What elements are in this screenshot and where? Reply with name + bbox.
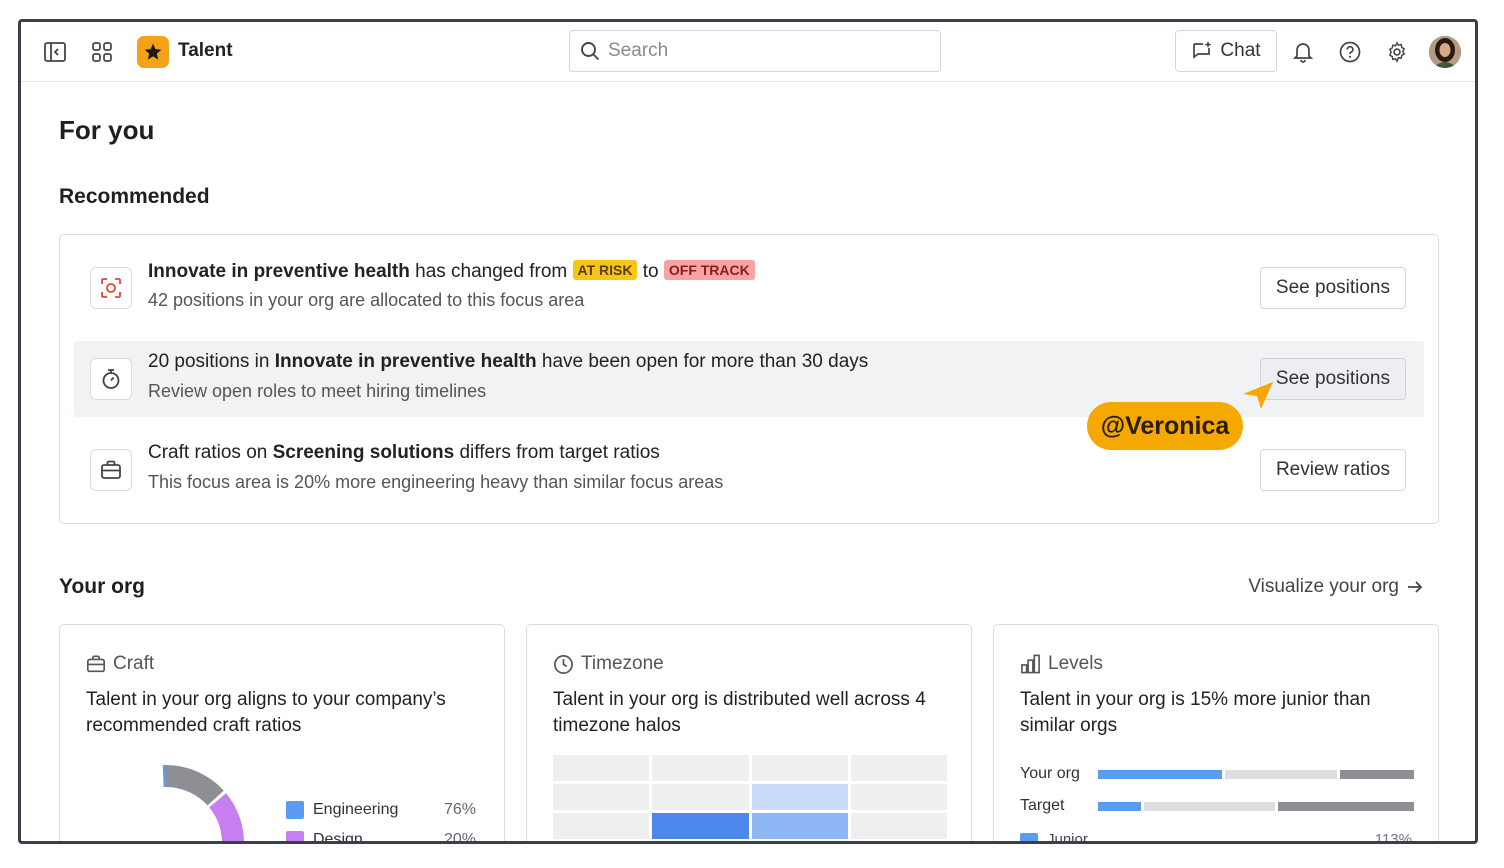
heatmap-cell (553, 784, 650, 810)
chat-label: Chat (1220, 40, 1261, 61)
arrow-right-icon (1408, 581, 1423, 593)
recommendation-title: Craft ratios on Screening solutions diff… (148, 442, 660, 463)
focus-target-icon (90, 267, 132, 309)
levels-card-title: Levels (1048, 653, 1103, 674)
craft-donut-chart: 236 (86, 763, 256, 844)
search-icon (581, 42, 600, 61)
heatmap-cell (850, 784, 947, 810)
timezone-heatmap (553, 755, 947, 839)
clock-icon (554, 654, 573, 674)
recommendation-title: Innovate in preventive health has change… (148, 260, 755, 283)
timezone-card-title: Timezone (581, 653, 664, 674)
help-icon[interactable] (1338, 40, 1362, 64)
collaborator-cursor-icon (1243, 382, 1273, 409)
briefcase-icon (90, 449, 132, 491)
legend-label: Junior (1047, 831, 1088, 844)
legend-label: Engineering (313, 801, 399, 818)
stopwatch-icon (90, 358, 132, 400)
craft-card[interactable]: Craft Talent in your org aligns to your … (59, 624, 505, 844)
chat-sparkle-icon (1193, 41, 1212, 59)
at-risk-badge: AT RISK (572, 260, 638, 280)
timezone-card-header: Timezone (553, 653, 664, 675)
heatmap-cell (850, 755, 947, 781)
legend-value: 113% (1374, 831, 1412, 844)
heatmap-cell (652, 755, 749, 781)
search-box[interactable] (569, 30, 941, 72)
heatmap-cell (553, 813, 650, 839)
heatmap-cell (553, 755, 650, 781)
levels-bar-segment (1225, 769, 1337, 779)
craft-card-title: Craft (113, 653, 155, 674)
heatmap-cell (751, 784, 848, 810)
see-positions-button[interactable]: See positions (1259, 358, 1406, 400)
levels-legend-item: Junior 113% (1020, 831, 1412, 844)
timezone-card[interactable]: Timezone Talent in your org is distribut… (526, 624, 972, 841)
legend-swatch (286, 801, 304, 819)
recommendation-subtitle: This focus area is 20% more engineering … (148, 472, 724, 492)
levels-bar-segment (1144, 801, 1275, 811)
legend-swatch (1020, 832, 1038, 841)
visualize-org-label: Visualize your org (1248, 576, 1399, 597)
star-icon (144, 43, 162, 60)
levels-bar-segment (1098, 769, 1222, 779)
heatmap-cell (751, 755, 848, 781)
levels-bar-segment (1277, 801, 1414, 811)
recommendation-subtitle: 42 positions in your org are allocated t… (148, 290, 585, 310)
levels-stacked-bar (1098, 769, 1414, 779)
levels-row-label: Target (1020, 797, 1065, 814)
app-grid-icon[interactable] (90, 40, 114, 64)
heatmap-cell (652, 813, 749, 839)
mention-tag: @Veronica (1087, 402, 1243, 450)
app-window: Talent Chat For you Recommended (18, 19, 1478, 844)
legend-value: 20% (443, 831, 476, 844)
levels-stacked-bar (1098, 801, 1414, 811)
heatmap-cell (850, 813, 947, 839)
levels-row-your-org: Your org (1020, 765, 1414, 783)
craft-card-header: Craft (86, 653, 154, 675)
timezone-card-description: Talent in your org is distributed well a… (553, 689, 926, 736)
bar-chart-icon (1021, 654, 1040, 674)
user-avatar[interactable] (1429, 36, 1461, 68)
see-positions-button[interactable]: See positions (1259, 267, 1406, 309)
heatmap-cell (751, 813, 848, 839)
settings-gear-icon[interactable] (1385, 40, 1409, 64)
levels-card-header: Levels (1020, 653, 1103, 675)
your-org-heading: Your org (59, 575, 145, 598)
sidebar-toggle-icon[interactable] (43, 40, 67, 64)
levels-bar-segment (1339, 769, 1414, 779)
visualize-org-link[interactable]: Visualize your org (1248, 576, 1423, 598)
legend-item-engineering: Engineering 76% (286, 801, 476, 819)
notifications-bell-icon[interactable] (1291, 40, 1315, 64)
app-name[interactable]: Talent (178, 40, 233, 62)
review-ratios-button[interactable]: Review ratios (1259, 449, 1406, 491)
legend-label: Design (313, 831, 363, 844)
levels-card[interactable]: Levels Talent in your org is 15% more ju… (993, 624, 1439, 844)
heatmap-cell (652, 784, 749, 810)
levels-row-label: Your org (1020, 765, 1080, 782)
search-input[interactable] (608, 40, 928, 62)
top-bar: Talent Chat (21, 22, 1475, 82)
recommendation-subtitle: Review open roles to meet hiring timelin… (148, 381, 487, 401)
levels-row-target: Target (1020, 797, 1414, 815)
app-logo[interactable] (137, 36, 169, 68)
levels-card-description: Talent in your org is 15% more junior th… (1020, 689, 1371, 736)
legend-swatch (286, 831, 304, 841)
recommendation-item: Innovate in preventive health has change… (74, 250, 1424, 326)
briefcase-icon (87, 655, 105, 673)
page-title: For you (59, 115, 155, 145)
craft-card-description: Talent in your org aligns to your compan… (86, 689, 446, 736)
legend-item-design: Design 20% (286, 831, 476, 844)
off-track-badge: OFF TRACK (663, 260, 755, 280)
recommendations-card: Innovate in preventive health has change… (59, 234, 1439, 524)
donut-total: 236 (150, 843, 182, 844)
recommendation-title: 20 positions in Innovate in preventive h… (148, 351, 869, 372)
recommended-heading: Recommended (59, 185, 210, 208)
chat-button[interactable]: Chat (1175, 30, 1277, 72)
levels-bar-segment (1098, 801, 1142, 811)
legend-value: 76% (443, 801, 476, 818)
